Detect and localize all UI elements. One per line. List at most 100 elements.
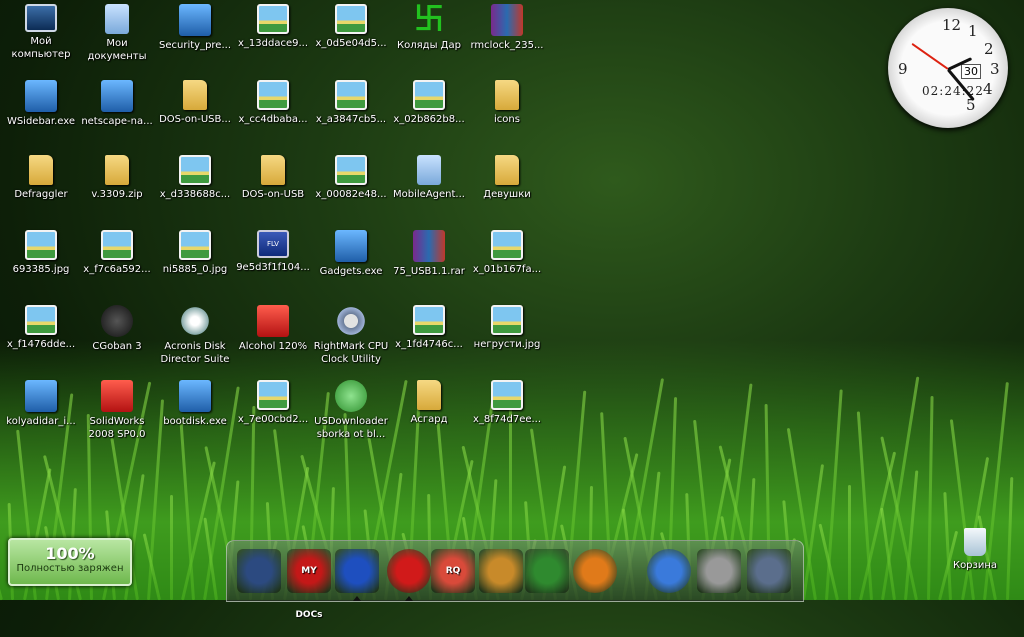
desktop-icon-label: bootdisk.exe xyxy=(163,416,227,427)
desktop-icon[interactable]: MobileAgent... xyxy=(390,153,468,225)
desktop-icon[interactable]: 卐 Коляды Дар xyxy=(390,2,468,74)
desktop-icon[interactable]: x_a3847cb5... xyxy=(312,78,390,150)
recycle-bin[interactable]: Корзина xyxy=(940,526,1010,586)
desktop-icon[interactable]: WSidebar.exe xyxy=(2,78,80,150)
desktop-icon[interactable]: Acronis Disk Director Suite xyxy=(156,303,234,375)
clock-gadget[interactable]: 12 1 2 3 4 5 9 30 02:24:22 xyxy=(888,8,1008,128)
desktop-icon[interactable]: Асгард xyxy=(390,378,468,450)
desktop-icon-label: x_7e00cbd2... xyxy=(237,414,309,425)
tools-icon[interactable] xyxy=(697,549,741,593)
image-file-icon xyxy=(257,80,289,110)
network-icon[interactable] xyxy=(647,549,691,593)
desktop-icon-label: Security_pre... xyxy=(159,40,231,51)
desktop-icon-label: x_02b862b8... xyxy=(393,114,465,125)
installer-disc-icon xyxy=(101,80,133,112)
folder-icon xyxy=(495,80,519,110)
desktop-icon[interactable]: FLV 9e5d3f1f104... xyxy=(234,228,312,300)
desktop-icon-label: DOS-on-USB xyxy=(241,189,305,200)
archive-icon xyxy=(413,230,445,262)
clock-number-1: 1 xyxy=(968,22,978,40)
desktop-icon[interactable]: Gadgets.exe xyxy=(312,228,390,300)
image-file-icon xyxy=(335,80,367,110)
desktop-icon[interactable]: USDownloader sborka ot bl... xyxy=(312,378,390,450)
desktop-icon-label: MobileAgent... xyxy=(393,189,465,200)
desktop-icon[interactable]: x_8f74d7ee... xyxy=(468,378,546,450)
desktop-icon[interactable]: Мой компьютер xyxy=(2,2,80,74)
desktop-icon[interactable]: Мои документы xyxy=(78,2,156,74)
rq-icon[interactable]: RQ xyxy=(431,549,475,593)
desktop-icon-label: Коляды Дар xyxy=(397,40,461,51)
desktop-icon[interactable]: 693385.jpg xyxy=(2,228,80,300)
utorrent-icon[interactable] xyxy=(525,549,569,593)
desktop-icon[interactable]: Security_pre... xyxy=(156,2,234,74)
desktop-icon-label: CGoban 3 xyxy=(92,341,142,352)
desktop-icon[interactable]: негрусти.jpg xyxy=(468,303,546,375)
archive-icon xyxy=(491,4,523,36)
flv-video-icon: FLV xyxy=(257,230,289,258)
desktop-icon[interactable]: x_02b862b8... xyxy=(390,78,468,150)
running-indicator xyxy=(405,596,413,601)
desktop-icon[interactable]: x_13ddace9... xyxy=(234,2,312,74)
desktop-icon[interactable]: x_0d5e04d5... xyxy=(312,2,390,74)
desktop-icon[interactable]: DOS-on-USB... xyxy=(156,78,234,150)
desktop-icon-label: Мои документы xyxy=(87,38,147,62)
trash-icon[interactable] xyxy=(747,549,791,593)
save-icon[interactable] xyxy=(335,549,379,601)
desktop-icon-label: USDownloader sborka ot bl... xyxy=(314,416,388,440)
desktop-icon[interactable]: RightMark CPU Clock Utility xyxy=(312,303,390,375)
image-file-icon xyxy=(491,230,523,260)
desktop-icon[interactable]: x_f7c6a592... xyxy=(78,228,156,300)
image-file-icon xyxy=(335,155,367,185)
desktop-icon[interactable]: bootdisk.exe xyxy=(156,378,234,450)
my-docs-icon[interactable]: MY DOCs xyxy=(287,549,331,620)
desktop-icon[interactable]: v.3309.zip xyxy=(78,153,156,225)
symbol-icon: 卐 xyxy=(414,2,444,37)
desktop-icon[interactable]: DOS-on-USB xyxy=(234,153,312,225)
desktop-icon[interactable]: x_01b167fa... xyxy=(468,228,546,300)
desktop-icon[interactable]: x_d338688c... xyxy=(156,153,234,225)
image-file-icon xyxy=(25,230,57,260)
desktop-icon[interactable]: SolidWorks 2008 SP0.0 xyxy=(78,378,156,450)
desktop-icon[interactable]: ni5885_0.jpg xyxy=(156,228,234,300)
desktop-icon[interactable]: netscape-na... xyxy=(78,78,156,150)
rq-label: RQ xyxy=(445,566,461,576)
desktop-icon[interactable]: x_7e00cbd2... xyxy=(234,378,312,450)
desktop-icon[interactable]: x_1fd4746c... xyxy=(390,303,468,375)
desktop-icon[interactable]: rmclock_235... xyxy=(468,2,546,74)
desktop-icon[interactable]: kolyadidar_i... xyxy=(2,378,80,450)
coyote-icon[interactable] xyxy=(479,549,523,593)
computer-icon[interactable] xyxy=(237,549,281,593)
firefox-icon[interactable] xyxy=(573,549,617,593)
desktop-icon-label: x_01b167fa... xyxy=(472,264,542,275)
desktop-icon[interactable]: x_f1476dde... xyxy=(2,303,80,375)
solidworks-icon xyxy=(101,380,133,412)
document-icon xyxy=(417,155,441,185)
desktop-icon[interactable]: Девушки xyxy=(468,153,546,225)
desktop-icon[interactable]: Alcohol 120% xyxy=(234,303,312,375)
desktop-icon-label: v.3309.zip xyxy=(91,189,143,200)
my-computer-icon xyxy=(25,4,57,32)
desktop-icon-label: x_13ddace9... xyxy=(237,38,308,49)
gear-icon xyxy=(335,305,367,337)
desktop-icon[interactable]: icons xyxy=(468,78,546,150)
grass-blade xyxy=(847,485,851,600)
desktop-icon-label: 9e5d3f1f104... xyxy=(236,262,310,273)
folder-icon xyxy=(417,380,441,410)
desktop-icon[interactable]: CGoban 3 xyxy=(78,303,156,375)
recycle-bin-icon xyxy=(964,528,986,556)
my-docs-label: MY DOCs xyxy=(295,566,323,620)
desktop-icon-label: Мой компьютер xyxy=(11,36,71,60)
desktop-icon[interactable]: x_cc4dbaba... xyxy=(234,78,312,150)
clock-number-2: 2 xyxy=(984,40,994,58)
my-documents-icon xyxy=(105,4,129,34)
battery-gadget[interactable]: 100% Полностью заряжен xyxy=(8,538,132,586)
acronis-icon xyxy=(179,305,211,337)
desktop-icon-label: Девушки xyxy=(483,189,531,200)
desktop-icon[interactable]: 75_USB1.1.rar xyxy=(390,228,468,300)
desktop-icon[interactable]: x_00082e48... xyxy=(312,153,390,225)
clock-number-12: 12 xyxy=(942,16,962,34)
desktop-icon-label: kolyadidar_i... xyxy=(6,416,76,427)
opera-icon[interactable] xyxy=(387,549,431,601)
desktop-icon[interactable]: Defraggler xyxy=(2,153,80,225)
recycle-bin-label: Корзина xyxy=(952,560,998,571)
